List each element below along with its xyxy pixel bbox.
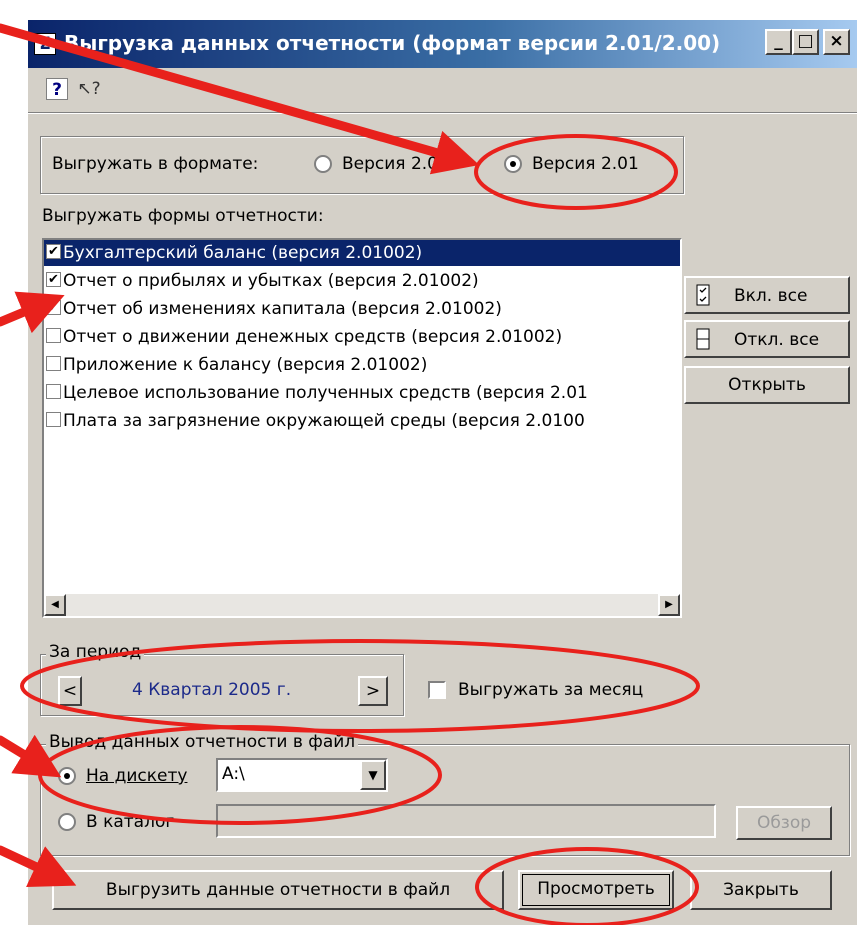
checkbox-unchecked[interactable] [46,328,61,343]
help-icon[interactable]: ? [46,78,68,100]
check-all-icon [696,284,710,306]
checkbox-unchecked[interactable] [46,412,61,427]
uncheck-all-label: Откл. все [734,330,820,350]
horizontal-scrollbar[interactable]: ◀ ▶ [44,594,680,616]
by-month-checkbox[interactable] [428,681,446,699]
checkbox-unchecked[interactable] [46,384,61,399]
minimize-button[interactable]: _ [765,29,792,55]
list-item[interactable]: ✔ Отчет о прибылях и убытках (версия 2.01… [44,268,680,294]
uncheck-all-button[interactable]: Откл. все [684,320,850,358]
list-item-label: Отчет о прибылях и убытках (версия 2.010… [63,271,479,291]
format-radio-200[interactable] [314,155,332,173]
drive-value: A:\ [222,764,245,784]
window-title: Выгрузка данных отчетности (формат верси… [64,31,721,55]
list-item-label: Приложение к балансу (версия 2.01002) [63,355,428,375]
toolbar-divider [28,112,857,114]
dropdown-arrow-icon[interactable]: ▼ [360,760,386,790]
checkbox-checked[interactable]: ✔ [46,244,61,259]
close-window-button[interactable]: × [823,29,850,55]
list-item-label: Отчет об изменениях капитала (версия 2.0… [63,299,502,319]
folder-path-input[interactable] [216,804,716,838]
list-item[interactable]: ✔ Бухгалтерский баланс (версия 2.01002) [44,240,680,266]
check-all-button[interactable]: Вкл. все [684,276,850,314]
forms-list[interactable]: ✔ Бухгалтерский баланс (версия 2.01002) ✔… [42,238,682,618]
format-label: Выгружать в формате: [52,154,259,174]
format-radio-201[interactable] [504,155,522,173]
drive-select[interactable]: A:\ ▼ [216,758,388,792]
floppy-label[interactable]: На дискету [86,766,187,786]
format-option-200-label[interactable]: Версия 2.00 [342,154,449,174]
maximize-button[interactable]: □ [792,29,819,55]
list-item-label: Целевое использование полученных средств… [63,383,588,403]
floppy-radio[interactable] [58,767,76,785]
uncheck-all-icon [696,328,710,350]
folder-label[interactable]: В каталог [86,812,174,832]
period-prev-button[interactable]: < [58,676,82,706]
period-value: 4 Квартал 2005 г. [132,680,292,700]
output-group [40,744,850,856]
list-item[interactable]: Отчет о движении денежных средств (верси… [44,324,680,350]
open-button[interactable]: Открыть [684,366,850,404]
export-button[interactable]: Выгрузить данные отчетности в файл [52,870,504,910]
output-caption: Вывод данных отчетности в файл [46,732,359,752]
close-button[interactable]: Закрыть [690,870,832,910]
list-item[interactable]: Плата за загрязнение окружающей среды (в… [44,408,680,434]
list-item-label: Отчет о движении денежных средств (верси… [63,327,563,347]
check-all-label: Вкл. все [734,286,808,306]
whats-this-icon[interactable]: ↖? [72,78,106,100]
scroll-right-icon[interactable]: ▶ [658,594,680,616]
list-item-label: Плата за загрязнение окружающей среды (в… [63,411,585,431]
list-item[interactable]: ✔ Отчет об изменениях капитала (версия 2.… [44,296,680,322]
title-bar[interactable]: Σ Выгрузка данных отчетности (формат вер… [28,20,857,68]
forms-label: Выгружать формы отчетности: [42,206,324,226]
period-caption: За период [46,642,145,662]
list-item[interactable]: Приложение к балансу (версия 2.01002) [44,352,680,378]
scroll-left-icon[interactable]: ◀ [44,594,66,616]
preview-button[interactable]: Просмотреть [518,870,674,910]
dialog-window: Σ Выгрузка данных отчетности (формат вер… [26,18,857,925]
app-icon: Σ [34,33,56,55]
checkbox-unchecked[interactable] [46,356,61,371]
list-item[interactable]: Целевое использование полученных средств… [44,380,680,406]
checkbox-checked[interactable]: ✔ [46,272,61,287]
list-item-label: Бухгалтерский баланс (версия 2.01002) [63,243,423,263]
checkbox-checked[interactable]: ✔ [46,300,61,315]
format-option-201-label[interactable]: Версия 2.01 [532,154,639,174]
by-month-label[interactable]: Выгружать за месяц [458,680,643,700]
period-next-button[interactable]: > [358,676,388,706]
folder-radio[interactable] [58,813,76,831]
browse-button[interactable]: Обзор [736,806,832,840]
